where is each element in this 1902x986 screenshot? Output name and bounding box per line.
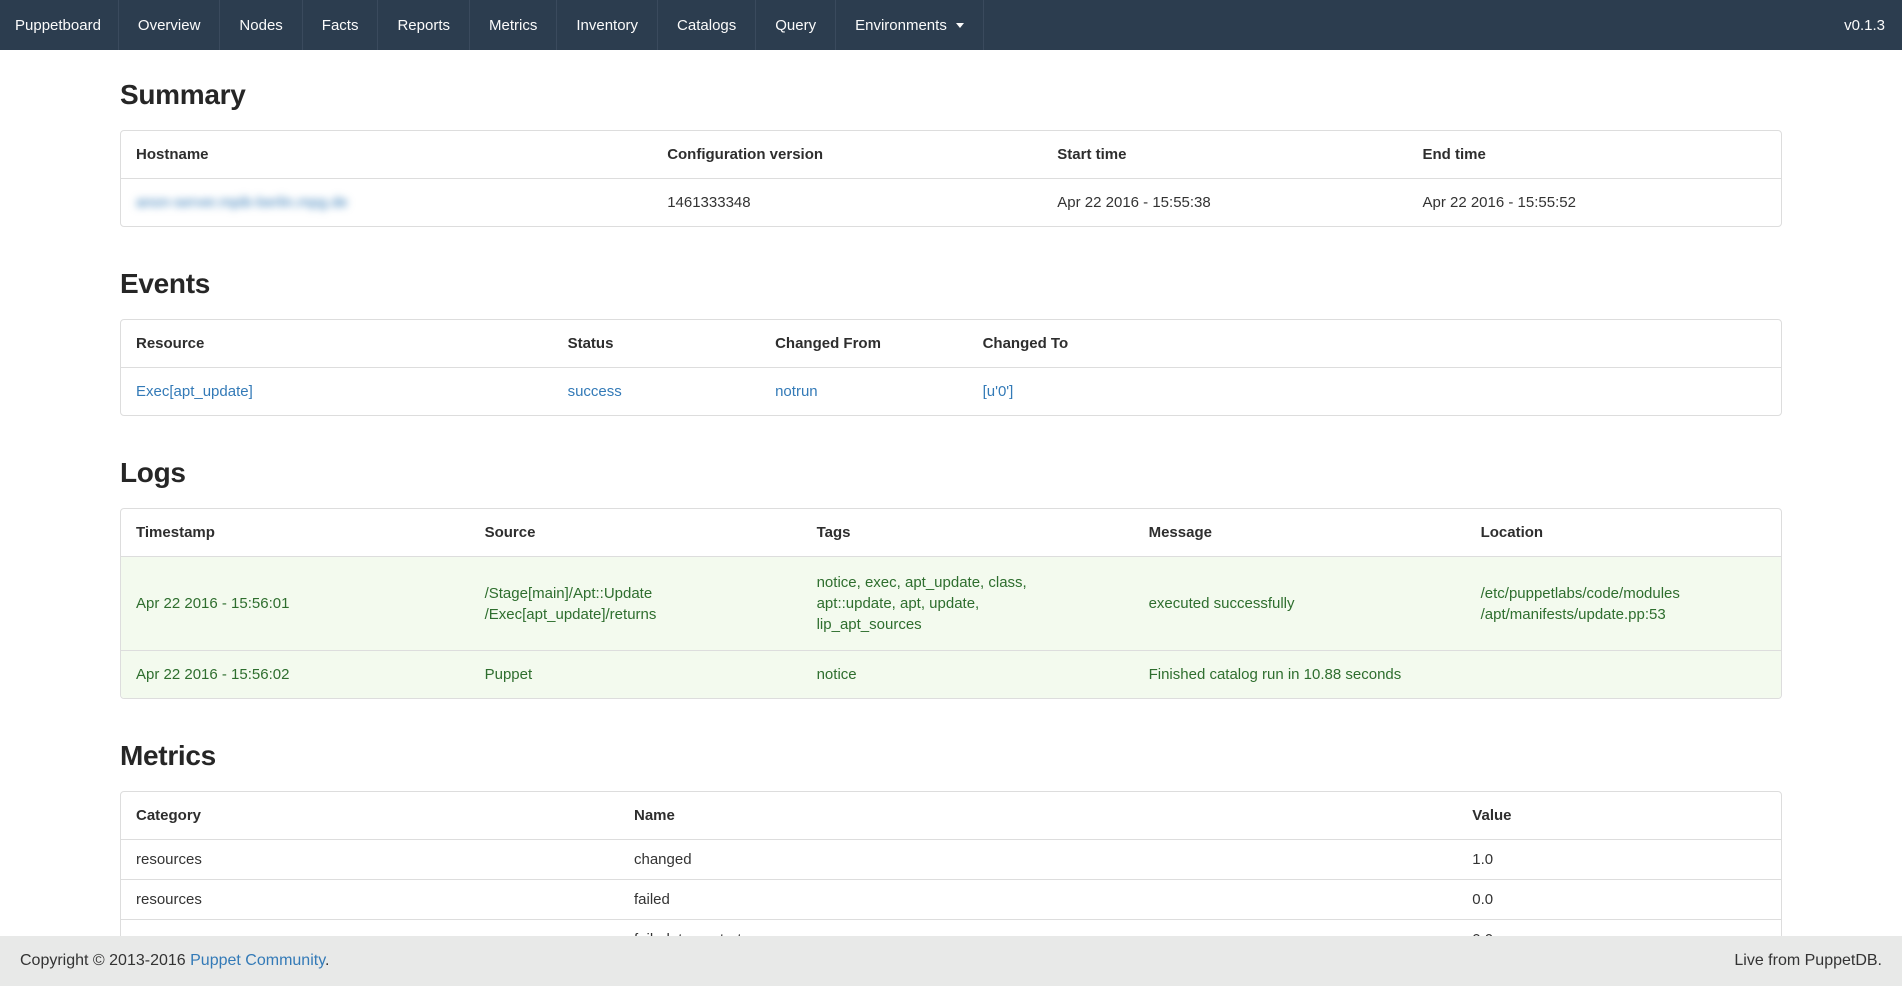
- logs-col-tags: Tags: [802, 509, 1134, 557]
- event-status-link[interactable]: success: [568, 383, 622, 400]
- logs-col-timestamp: Timestamp: [121, 509, 470, 557]
- nav-item-reports[interactable]: Reports: [377, 0, 469, 50]
- logs-panel: Timestamp Source Tags Message Location A…: [120, 508, 1782, 699]
- logs-table: Timestamp Source Tags Message Location A…: [121, 509, 1781, 698]
- footer-copyright-suffix: .: [325, 952, 329, 969]
- logs-col-source: Source: [470, 509, 802, 557]
- puppet-community-link[interactable]: Puppet Community: [190, 952, 325, 969]
- log-row: Apr 22 2016 - 15:56:01 /Stage[main]/Apt:…: [121, 557, 1781, 651]
- logs-col-location: Location: [1466, 509, 1781, 557]
- metric-value: 1.0: [1457, 840, 1781, 880]
- metrics-heading: Metrics: [120, 740, 1782, 772]
- nav-item-query[interactable]: Query: [755, 0, 835, 50]
- logs-header-row: Timestamp Source Tags Message Location: [121, 509, 1781, 557]
- log-timestamp: Apr 22 2016 - 15:56:02: [121, 651, 470, 699]
- footer-puppetdb-status: Live from PuppetDB.: [1734, 952, 1882, 970]
- config-version-value: 1461333348: [652, 179, 1042, 227]
- log-message: executed successfully: [1134, 557, 1466, 651]
- nav-item-catalogs[interactable]: Catalogs: [657, 0, 755, 50]
- nav-item-facts[interactable]: Facts: [302, 0, 378, 50]
- events-col-changed-from: Changed From: [760, 320, 968, 368]
- nav-item-inventory[interactable]: Inventory: [556, 0, 657, 50]
- footer-copyright: Copyright © 2013-2016 Puppet Community.: [20, 952, 329, 970]
- nav-item-overview[interactable]: Overview: [118, 0, 220, 50]
- metric-value: 0.0: [1457, 880, 1781, 920]
- summary-table: Hostname Configuration version Start tim…: [121, 131, 1781, 226]
- events-panel: Resource Status Changed From Changed To …: [120, 319, 1782, 416]
- start-time-value: Apr 22 2016 - 15:55:38: [1042, 179, 1407, 227]
- nav-item-nodes[interactable]: Nodes: [219, 0, 301, 50]
- metric-row: resources changed 1.0: [121, 840, 1781, 880]
- navbar-left: Puppetboard Overview Nodes Facts Reports…: [0, 0, 984, 50]
- nav-item-metrics[interactable]: Metrics: [469, 0, 556, 50]
- log-source: Puppet: [470, 651, 802, 699]
- event-resource-link[interactable]: Exec[apt_update]: [136, 383, 253, 400]
- metrics-col-name: Name: [619, 792, 1457, 840]
- events-header-row: Resource Status Changed From Changed To: [121, 320, 1781, 368]
- events-col-status: Status: [553, 320, 761, 368]
- metric-name: changed: [619, 840, 1457, 880]
- event-changed-to-link[interactable]: [u'0']: [983, 383, 1014, 400]
- summary-row: anon-server.mpib-berlin.mpg.de 146133334…: [121, 179, 1781, 227]
- events-col-resource: Resource: [121, 320, 553, 368]
- event-row: Exec[apt_update] success notrun [u'0']: [121, 368, 1781, 416]
- summary-col-hostname: Hostname: [121, 131, 652, 179]
- logs-col-message: Message: [1134, 509, 1466, 557]
- log-row: Apr 22 2016 - 15:56:02 Puppet notice Fin…: [121, 651, 1781, 699]
- metric-name: failed: [619, 880, 1457, 920]
- metric-row: resources failed 0.0: [121, 880, 1781, 920]
- log-timestamp: Apr 22 2016 - 15:56:01: [121, 557, 470, 651]
- metric-category: resources: [121, 840, 619, 880]
- events-col-changed-to: Changed To: [968, 320, 1781, 368]
- metrics-header-row: Category Name Value: [121, 792, 1781, 840]
- summary-heading: Summary: [120, 79, 1782, 111]
- log-tags: notice, exec, apt_update, class, apt::up…: [802, 557, 1134, 651]
- hostname-link[interactable]: anon-server.mpib-berlin.mpg.de: [136, 194, 348, 211]
- main-content: Summary Hostname Configuration version S…: [120, 79, 1782, 983]
- log-location: [1466, 651, 1781, 699]
- log-tags: notice: [802, 651, 1134, 699]
- nav-item-environments-dropdown[interactable]: Environments: [835, 0, 984, 50]
- end-time-value: Apr 22 2016 - 15:55:52: [1407, 179, 1781, 227]
- log-location: /etc/puppetlabs/code/modules /apt/manife…: [1466, 557, 1781, 651]
- nav-brand-puppetboard[interactable]: Puppetboard: [0, 0, 118, 50]
- summary-col-config-version: Configuration version: [652, 131, 1042, 179]
- event-changed-from-link[interactable]: notrun: [775, 383, 818, 400]
- footer-copyright-prefix: Copyright © 2013-2016: [20, 952, 190, 969]
- footer: Copyright © 2013-2016 Puppet Community. …: [0, 936, 1902, 986]
- log-source: /Stage[main]/Apt::Update /Exec[apt_updat…: [470, 557, 802, 651]
- chevron-down-icon: [956, 23, 964, 28]
- summary-col-end-time: End time: [1407, 131, 1781, 179]
- metric-category: resources: [121, 880, 619, 920]
- metrics-col-category: Category: [121, 792, 619, 840]
- nav-brand-label: Puppetboard: [15, 17, 101, 34]
- navbar: Puppetboard Overview Nodes Facts Reports…: [0, 0, 1902, 50]
- summary-panel: Hostname Configuration version Start tim…: [120, 130, 1782, 227]
- summary-header-row: Hostname Configuration version Start tim…: [121, 131, 1781, 179]
- metrics-col-value: Value: [1457, 792, 1781, 840]
- events-heading: Events: [120, 268, 1782, 300]
- logs-heading: Logs: [120, 457, 1782, 489]
- summary-col-start-time: Start time: [1042, 131, 1407, 179]
- log-message: Finished catalog run in 10.88 seconds: [1134, 651, 1466, 699]
- events-table: Resource Status Changed From Changed To …: [121, 320, 1781, 415]
- version-badge: v0.1.3: [1827, 0, 1902, 50]
